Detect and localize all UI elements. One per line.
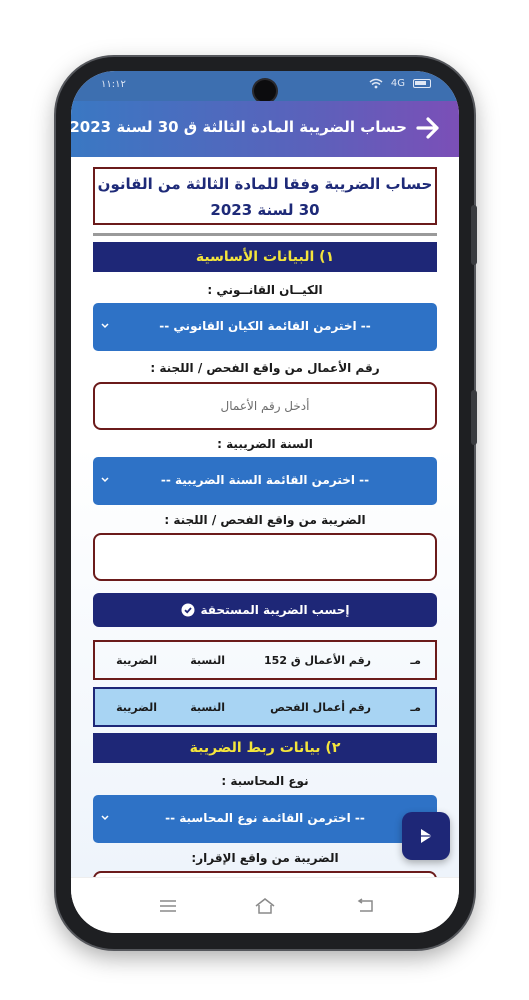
chevron-down-icon bbox=[101, 477, 109, 483]
check-circle-icon bbox=[181, 603, 195, 617]
divider bbox=[93, 233, 437, 236]
tax-from-declaration-label: الضريبة من واقع الإقرار: bbox=[191, 851, 339, 865]
business-number-label: رقم الأعمال من واقع الفحص / اللجنة : bbox=[150, 361, 380, 375]
row-ratio: النسبة bbox=[190, 654, 225, 667]
row-tax: الضريبة bbox=[116, 654, 157, 667]
wifi-icon bbox=[369, 78, 383, 89]
legal-entity-select[interactable]: -- اخترمن القائمة الكيان القانوني -- bbox=[93, 303, 437, 351]
row-index: مـ bbox=[410, 701, 421, 714]
row-business: رقم أعمال الفحص bbox=[270, 701, 371, 714]
app-bar: حساب الضريبة المادة الثالثة ق 30 لسنة 20… bbox=[71, 101, 459, 157]
legal-entity-value: -- اخترمن القائمة الكيان القانوني -- bbox=[159, 319, 371, 333]
accounting-type-value: -- اخترمن القائمة نوع المحاسبة -- bbox=[165, 811, 365, 825]
front-camera bbox=[254, 80, 276, 102]
calculate-tax-button[interactable]: إحسب الضريبة المستحقة bbox=[93, 593, 437, 627]
section-tax-link: ٢) بيانات ربط الضريبة bbox=[93, 733, 437, 763]
accounting-type-label: نوع المحاسبة : bbox=[221, 774, 309, 788]
section-basic-data: ١) البيانات الأساسية bbox=[93, 242, 437, 272]
row-ratio: النسبة bbox=[190, 701, 225, 714]
arrow-right-icon[interactable] bbox=[415, 115, 441, 141]
results-row-2: مـ رقم أعمال الفحص النسبة الضريبة bbox=[93, 687, 437, 727]
row-business: رقم الأعمال ق 152 bbox=[264, 654, 371, 667]
results-row-1: مـ رقم الأعمال ق 152 النسبة الضريبة bbox=[93, 640, 437, 680]
row-tax: الضريبة bbox=[116, 701, 157, 714]
heading-line-2: 30 لسنة 2023 bbox=[210, 201, 320, 219]
back-icon[interactable] bbox=[354, 896, 376, 916]
play-fab-button[interactable] bbox=[402, 812, 450, 860]
calculate-tax-label: إحسب الضريبة المستحقة bbox=[200, 603, 350, 617]
chevron-down-icon bbox=[101, 815, 109, 821]
network-label: 4G bbox=[390, 78, 405, 89]
volume-button bbox=[471, 205, 477, 265]
form-content: حساب الضريبة وفقا للمادة الثالثة من القا… bbox=[71, 157, 459, 877]
status-time: ١١:١٢ bbox=[101, 79, 126, 90]
menu-icon[interactable] bbox=[157, 896, 179, 916]
page-heading: حساب الضريبة وفقا للمادة الثالثة من القا… bbox=[93, 167, 437, 225]
system-nav-bar bbox=[71, 877, 459, 933]
tax-from-exam-input[interactable] bbox=[93, 533, 437, 581]
tax-year-select[interactable]: -- اخترمن القائمة السنة الضريبية -- bbox=[93, 457, 437, 505]
chevron-down-icon bbox=[101, 323, 109, 329]
play-icon bbox=[421, 829, 432, 843]
row-index: مـ bbox=[410, 654, 421, 667]
heading-line-1: حساب الضريبة وفقا للمادة الثالثة من القا… bbox=[97, 175, 433, 193]
tax-from-exam-label: الضريبة من واقع الفحص / اللجنة : bbox=[164, 513, 366, 527]
battery-icon bbox=[413, 79, 431, 88]
business-number-input[interactable]: أدخل رقم الأعمال bbox=[93, 382, 437, 430]
legal-entity-label: الكيــان القانــوني : bbox=[207, 283, 323, 297]
status-icons: 4G bbox=[369, 78, 431, 89]
tax-year-value: -- اخترمن القائمة السنة الضريبية -- bbox=[160, 473, 370, 487]
power-button bbox=[471, 390, 477, 445]
tax-year-label: السنة الضريبية : bbox=[217, 437, 313, 451]
accounting-type-select[interactable]: -- اخترمن القائمة نوع المحاسبة -- bbox=[93, 795, 437, 843]
app-bar-title: حساب الضريبة المادة الثالثة ق 30 لسنة 20… bbox=[71, 118, 407, 136]
home-icon[interactable] bbox=[254, 896, 276, 916]
phone-screen: ١١:١٢ 4G حساب الضريبة المادة الثالثة ق 3… bbox=[71, 71, 459, 933]
